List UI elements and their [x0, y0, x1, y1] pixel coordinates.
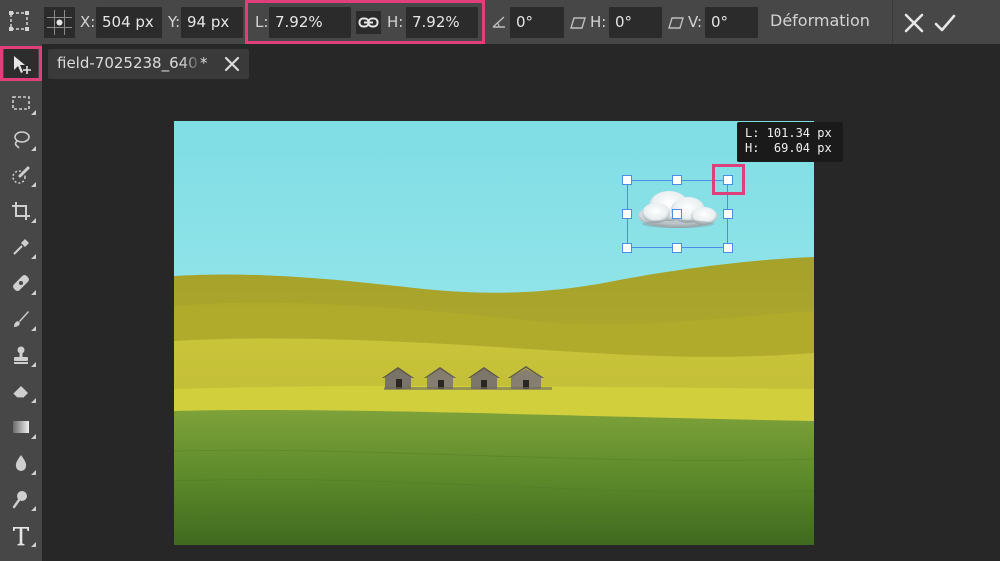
transform-handle-bottom-right[interactable] [723, 243, 733, 253]
dimension-highlight-box [245, 0, 485, 44]
submenu-corner-icon [31, 398, 36, 403]
options-bar: X: 504 px Y: 94 px L: 7.92% H: 7.92% 0° … [0, 0, 1000, 44]
cancel-transform-icon[interactable] [903, 12, 925, 34]
y-position-input[interactable]: 94 px [181, 7, 243, 38]
submenu-corner-icon [31, 182, 36, 187]
reference-point-icon[interactable] [44, 7, 75, 38]
eyedropper-tool-button[interactable] [4, 232, 38, 262]
eyedropper-icon [13, 239, 29, 255]
active-tool-highlight-box [0, 46, 42, 81]
skew-h-label: H: [590, 13, 607, 31]
transform-handle-top[interactable] [672, 175, 682, 185]
lasso-icon [14, 131, 30, 149]
transform-handle-bottom-left[interactable] [622, 243, 632, 253]
skew-vertical-input[interactable]: 0° [705, 7, 758, 38]
submenu-corner-icon [31, 362, 36, 367]
gradient-icon [13, 421, 29, 433]
blur-tool-button[interactable] [4, 448, 38, 478]
x-label: X: [80, 13, 96, 31]
skew-v-label: V: [688, 13, 703, 31]
submenu-corner-icon [31, 542, 36, 547]
readout-height: H: 69.04 px [745, 141, 832, 155]
eraser-tool-button[interactable] [4, 376, 38, 406]
skew-horizontal-input[interactable]: 0° [609, 7, 662, 38]
submenu-corner-icon [31, 506, 36, 511]
dodge-icon [12, 491, 27, 509]
transform-handle-bottom[interactable] [672, 243, 682, 253]
submenu-corner-icon [31, 470, 36, 475]
crop-icon [12, 202, 30, 220]
marquee-tool-button[interactable] [4, 88, 38, 118]
y-label: Y: [168, 13, 181, 31]
brush-tool-button[interactable] [4, 304, 38, 334]
bandage-icon [13, 275, 29, 291]
submenu-corner-icon [31, 218, 36, 223]
skew-horizontal-icon [570, 15, 586, 29]
x-position-input[interactable]: 504 px [96, 7, 162, 38]
marquee-icon [12, 96, 30, 110]
lasso-tool-button[interactable] [4, 124, 38, 154]
confirm-transform-icon[interactable] [933, 12, 957, 34]
skew-vertical-icon [668, 15, 684, 29]
water-drop-icon [15, 455, 27, 471]
submenu-corner-icon [31, 434, 36, 439]
warp-button[interactable]: Déformation [770, 11, 870, 31]
angle-input[interactable]: 0° [510, 7, 564, 38]
submenu-corner-icon [31, 254, 36, 259]
transform-bounds-icon[interactable] [8, 10, 30, 32]
handle-highlight-box [712, 164, 745, 195]
transform-handle-top-left[interactable] [622, 175, 632, 185]
quick-select-icon [12, 166, 30, 184]
clone-stamp-tool-button[interactable] [4, 340, 38, 370]
transform-handle-center[interactable] [672, 209, 682, 219]
submenu-corner-icon [31, 110, 36, 115]
tools-panel [0, 44, 42, 561]
gradient-tool-button[interactable] [4, 412, 38, 442]
dodge-tool-button[interactable] [4, 484, 38, 514]
crop-tool-button[interactable] [4, 196, 38, 226]
text-tool-button[interactable] [4, 520, 38, 550]
healing-tool-button[interactable] [4, 268, 38, 298]
size-readout-tooltip: L: 101.34 px H: 69.04 px [737, 122, 843, 162]
document-tab-title: field-7025238_640 [57, 54, 198, 72]
unsaved-indicator: * [200, 54, 208, 72]
submenu-corner-icon [31, 326, 36, 331]
text-t-icon [13, 527, 29, 546]
stamp-icon [14, 346, 28, 364]
transform-handle-right[interactable] [723, 209, 733, 219]
close-tab-icon[interactable] [224, 56, 240, 76]
divider [892, 0, 893, 44]
quick-select-tool-button[interactable] [4, 160, 38, 190]
readout-width: L: 101.34 px [745, 126, 832, 140]
document-tab[interactable]: field-7025238_640 * [48, 49, 249, 79]
brush-icon [14, 311, 29, 327]
angle-icon [491, 14, 507, 30]
eraser-icon [12, 386, 28, 399]
transform-handle-left[interactable] [622, 209, 632, 219]
submenu-corner-icon [31, 290, 36, 295]
submenu-corner-icon [31, 146, 36, 151]
